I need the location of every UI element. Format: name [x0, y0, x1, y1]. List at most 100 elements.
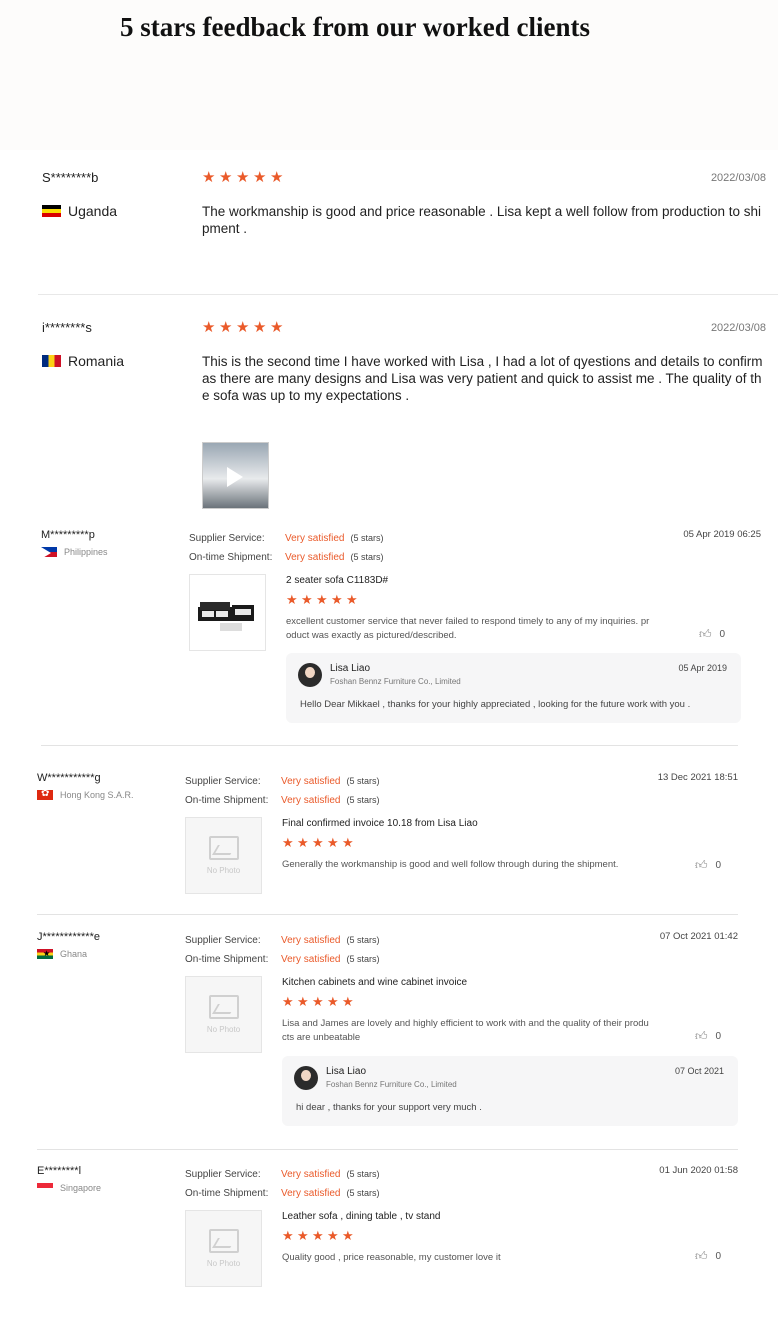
page-header: 5 stars feedback from our worked clients: [0, 0, 778, 150]
reviewer-name: i********s: [42, 320, 92, 335]
review-date: 01 Jun 2020 01:58: [659, 1165, 738, 1176]
like-button[interactable]: 👍︎ 0: [699, 627, 725, 642]
reviewer-name: W***********g: [37, 772, 101, 784]
seller-reply: Lisa Liao Foshan Bennz Furniture Co., Li…: [286, 653, 741, 723]
singapore-flag-icon: [37, 1183, 53, 1193]
divider: [37, 1149, 738, 1150]
review-card: M*********p Philippines Supplier Service…: [41, 529, 761, 739]
review-card: J************e Ghana Supplier Service:Ve…: [37, 931, 738, 1136]
reply-date: 07 Oct 2021: [674, 1066, 724, 1076]
review-text: Quality good , price reasonable, my cust…: [282, 1252, 501, 1263]
image-icon: [208, 1229, 239, 1253]
review-text: Lisa and James are lovely and highly eff…: [282, 1018, 649, 1043]
star-icon: ★: [236, 169, 250, 186]
divider: [38, 294, 778, 295]
star-icon: ★: [270, 169, 284, 186]
reply-author: Lisa Liao: [330, 663, 371, 674]
reply-text: hi dear , thanks for your support very m…: [296, 1102, 482, 1113]
review-card: S********b Uganda ★ ★ ★ ★ ★ 2022/03/08 The w…: [24, 170, 778, 295]
reviewer-country: Uganda: [42, 203, 117, 219]
star-icon: ★: [312, 835, 324, 850]
like-button[interactable]: 👍︎ 0: [695, 1029, 721, 1044]
thumbs-up-icon: 👍︎: [699, 627, 712, 641]
product-title[interactable]: 2 seater sofa C1183D#: [286, 575, 388, 586]
avatar: [298, 663, 322, 687]
star-icon: ★: [312, 994, 324, 1009]
star-icon: ★: [342, 835, 354, 850]
star-icon: ★: [286, 592, 298, 607]
reviewer-country: Singapore: [37, 1183, 101, 1193]
romania-flag-icon: [42, 355, 61, 367]
rating-stars: ★ ★ ★ ★ ★: [202, 170, 285, 185]
product-image[interactable]: No Photo: [185, 817, 262, 894]
product-image[interactable]: No Photo: [185, 1210, 262, 1287]
seller-reply: Lisa Liao Foshan Bennz Furniture Co., Li…: [282, 1056, 738, 1126]
rating-summary: Supplier Service: Very satisfied (5 stars)…: [185, 935, 380, 965]
reviewer-name: J************e: [37, 931, 100, 943]
star-icon: ★: [342, 1228, 354, 1243]
no-photo-placeholder: No Photo: [186, 1211, 261, 1286]
reviewer-name: M*********p: [41, 529, 95, 541]
review-card: W***********g Hong Kong S.A.R. Supplier …: [37, 772, 738, 902]
star-icon: ★: [282, 835, 294, 850]
thumbs-up-icon: 👍︎: [695, 1029, 708, 1043]
rating-stars: ★ ★ ★ ★ ★: [282, 836, 355, 849]
star-icon: ★: [270, 319, 284, 336]
sofa-image: [198, 602, 254, 631]
ghana-flag-icon: [37, 949, 53, 959]
play-icon: [227, 467, 243, 487]
review-card: i********s Romania ★ ★ ★ ★ ★ 2022/03/08 This…: [24, 320, 778, 510]
reviewer-country: Philippines: [41, 547, 108, 557]
video-thumbnail[interactable]: [202, 442, 269, 509]
reviewer-country: Hong Kong S.A.R.: [37, 790, 134, 800]
star-icon: ★: [316, 592, 328, 607]
reply-text: Hello Dear Mikkael , thanks for your hig…: [300, 699, 691, 710]
reviewer-country: Romania: [42, 353, 124, 369]
rating-stars: ★ ★ ★ ★ ★: [282, 995, 355, 1008]
rating-stars: ★ ★ ★ ★ ★: [286, 593, 359, 606]
thumbs-up-icon: 👍︎: [695, 1249, 708, 1263]
star-icon: ★: [219, 169, 233, 186]
star-icon: ★: [327, 835, 339, 850]
reply-author: Lisa Liao: [326, 1066, 367, 1077]
review-text: Generally the workmanship is good and we…: [282, 859, 619, 870]
review-text: excellent customer service that never fa…: [286, 616, 650, 641]
product-image[interactable]: No Photo: [185, 976, 262, 1053]
star-icon: ★: [202, 319, 216, 336]
like-button[interactable]: 👍︎ 0: [695, 858, 721, 873]
star-icon: ★: [331, 592, 343, 607]
no-photo-placeholder: No Photo: [186, 977, 261, 1052]
rating-summary: Supplier Service: Very satisfied (5 stars)…: [189, 533, 384, 563]
rating-summary: Supplier Service: Very satisfied (5 stars)…: [185, 776, 380, 806]
hong-kong-flag-icon: [37, 790, 53, 800]
philippines-flag-icon: [41, 547, 57, 557]
star-icon: ★: [297, 1228, 309, 1243]
image-icon: [208, 836, 239, 860]
thumbs-up-icon: 👍︎: [695, 858, 708, 872]
rating-summary: Supplier Service: Very satisfied (5 stars)…: [185, 1169, 380, 1199]
star-icon: ★: [327, 1228, 339, 1243]
star-icon: ★: [327, 994, 339, 1009]
product-title[interactable]: Final confirmed invoice 10.18 from Lisa …: [282, 818, 478, 829]
star-icon: ★: [236, 319, 250, 336]
page-title: 5 stars feedback from our worked clients: [120, 12, 590, 42]
star-icon: ★: [253, 319, 267, 336]
reviewer-name: S********b: [42, 170, 99, 185]
like-button[interactable]: 👍︎ 0: [695, 1249, 721, 1264]
reply-company: Foshan Bennz Furniture Co., Limited: [326, 1080, 457, 1089]
product-image[interactable]: [189, 574, 266, 651]
product-title[interactable]: Leather sofa , dining table , tv stand: [282, 1211, 440, 1222]
star-icon: ★: [282, 1228, 294, 1243]
product-title[interactable]: Kitchen cabinets and wine cabinet invoic…: [282, 977, 467, 988]
divider: [37, 914, 738, 915]
review-date: 2022/03/08: [710, 172, 766, 184]
star-icon: ★: [297, 835, 309, 850]
star-icon: ★: [253, 169, 267, 186]
review-date: 13 Dec 2021 18:51: [657, 772, 738, 783]
star-icon: ★: [346, 592, 358, 607]
avatar: [294, 1066, 318, 1090]
star-icon: ★: [342, 994, 354, 1009]
no-photo-placeholder: No Photo: [186, 818, 261, 893]
star-icon: ★: [282, 994, 294, 1009]
rating-stars: ★ ★ ★ ★ ★: [202, 320, 285, 335]
